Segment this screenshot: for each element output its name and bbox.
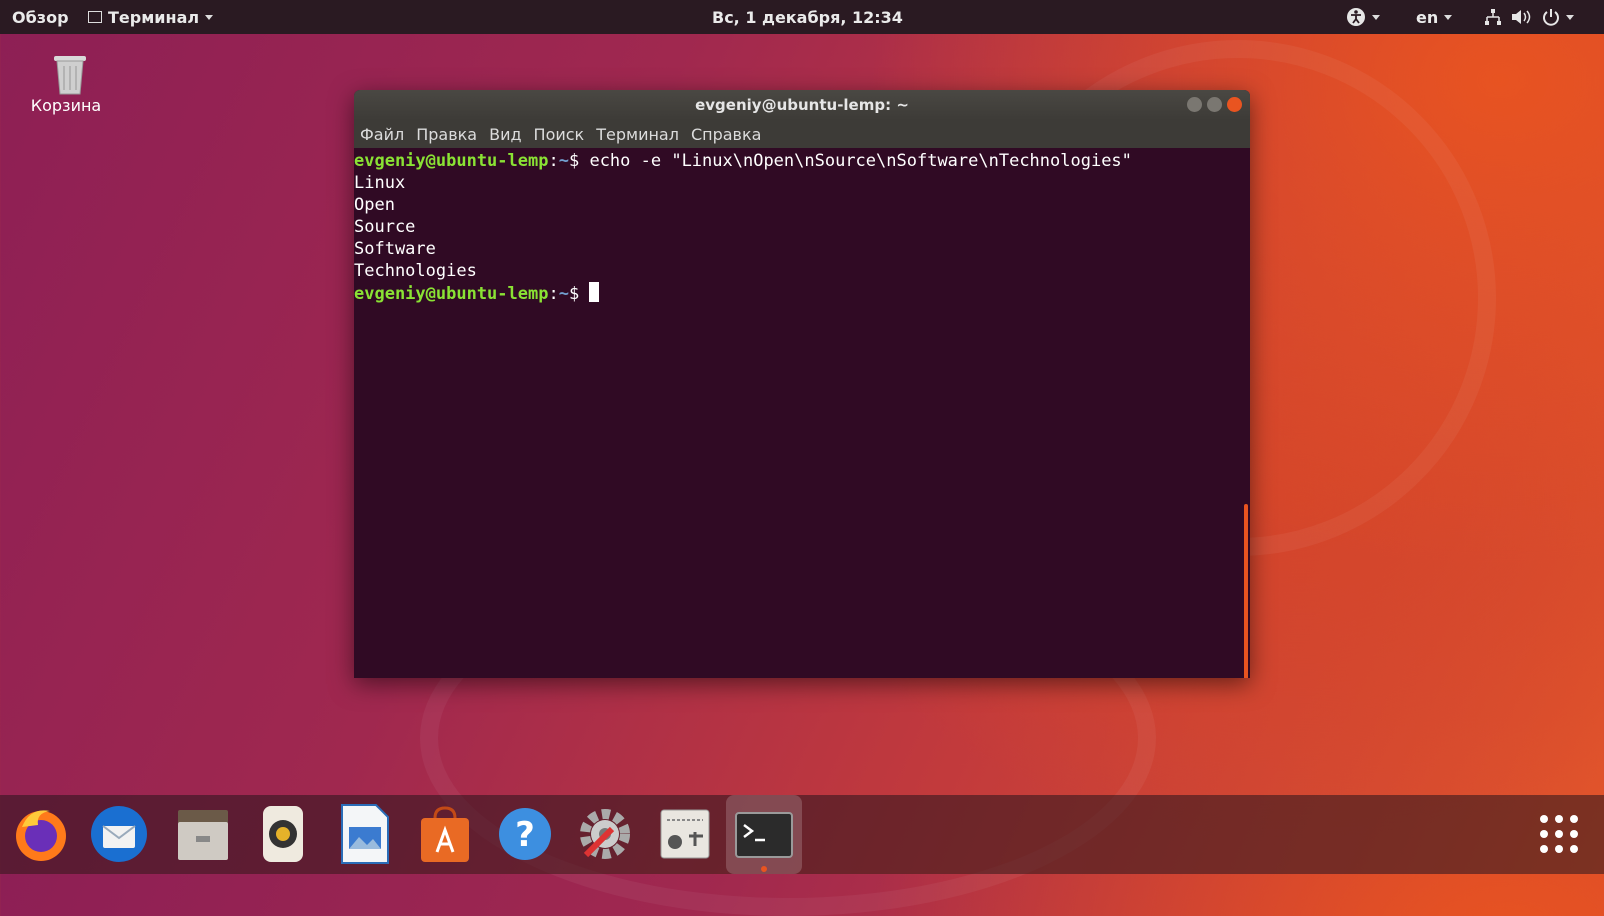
prompt-user: evgeniy@ubuntu-lemp: [354, 284, 549, 304]
output-line: Software: [354, 239, 436, 259]
desktop-trash[interactable]: Корзина: [22, 50, 110, 115]
chevron-down-icon: [1372, 14, 1380, 20]
scrollbar[interactable]: [1244, 504, 1248, 678]
prompt-sign: $: [568, 284, 590, 304]
menu-edit[interactable]: Правка: [416, 125, 477, 144]
writer-launcher[interactable]: [334, 803, 396, 865]
maximize-button[interactable]: [1207, 97, 1222, 112]
chevron-down-icon: [1566, 14, 1574, 20]
svg-text:?: ?: [515, 815, 535, 855]
menu-file[interactable]: Файл: [360, 125, 404, 144]
activities-button[interactable]: Обзор: [12, 0, 69, 34]
software-launcher[interactable]: [414, 803, 476, 865]
terminal-window[interactable]: evgeniy@ubuntu-lemp: ~ Файл Правка Вид П…: [354, 90, 1250, 678]
activities-label: Обзор: [12, 7, 69, 27]
firefox-icon: [16, 810, 66, 861]
menu-terminal[interactable]: Терминал: [596, 125, 679, 144]
prompt-path: ~: [558, 284, 569, 304]
top-bar: Обзор Терминал Вс, 1 декабря, 12:34 en: [0, 0, 1604, 34]
menu-search[interactable]: Поиск: [534, 125, 585, 144]
accessibility-menu[interactable]: [1346, 0, 1380, 34]
show-apps-button[interactable]: [1528, 803, 1590, 865]
files-icon: [178, 810, 228, 860]
terminal-launcher[interactable]: [726, 795, 802, 874]
firefox-launcher[interactable]: [10, 803, 72, 865]
rhythmbox-icon: [263, 806, 303, 862]
settings-icon: [580, 809, 630, 859]
language-label: en: [1416, 7, 1439, 27]
command-line: evgeniy@ubuntu-lemp:~$ echo -e "Linux\nO…: [354, 150, 1250, 172]
files-launcher[interactable]: [172, 803, 234, 865]
help-icon: ?: [499, 808, 551, 860]
output-line: Technologies: [354, 261, 477, 281]
prompt-user: evgeniy@ubuntu-lemp: [354, 151, 549, 171]
menu-view[interactable]: Вид: [489, 125, 521, 144]
terminal-icon: [735, 811, 793, 858]
dock: ?: [0, 795, 1604, 874]
prompt-separator: :: [548, 284, 559, 304]
command-text: echo -e "Linux\nOpen\nSource\nSoftware\n…: [589, 151, 1132, 171]
terminal-menubar: Файл Правка Вид Поиск Терминал Справка: [354, 120, 1250, 148]
system-monitor-icon: [660, 809, 710, 859]
minimize-button[interactable]: [1187, 97, 1202, 112]
language-menu[interactable]: en: [1416, 0, 1453, 34]
prompt-sign: $: [568, 151, 590, 171]
accessibility-icon: [1347, 8, 1365, 26]
running-indicator: [761, 866, 767, 872]
close-button[interactable]: [1227, 97, 1242, 112]
window-titlebar[interactable]: evgeniy@ubuntu-lemp: ~: [354, 90, 1250, 120]
chevron-down-icon: [205, 14, 214, 20]
text-cursor: [589, 282, 600, 302]
output-line: Source: [354, 217, 416, 237]
help-launcher[interactable]: ?: [494, 803, 556, 865]
menu-help[interactable]: Справка: [691, 125, 762, 144]
system-monitor-launcher[interactable]: [654, 803, 716, 865]
power-icon: [1543, 9, 1559, 26]
show-apps-icon: [1540, 815, 1578, 853]
terminal-small-icon: [88, 11, 102, 23]
chevron-down-icon: [1444, 14, 1453, 20]
settings-launcher[interactable]: [574, 803, 636, 865]
trash-icon: [50, 50, 86, 95]
terminal-output[interactable]: evgeniy@ubuntu-lemp:~$ echo -e "Linux\nO…: [354, 148, 1250, 305]
trash-label: Корзина: [30, 96, 102, 115]
app-menu-label: Терминал: [108, 7, 200, 27]
thunderbird-icon: [91, 806, 147, 862]
thunderbird-launcher[interactable]: [88, 803, 150, 865]
output-line: Open: [354, 195, 395, 215]
app-menu[interactable]: Терминал: [88, 0, 214, 34]
window-title: evgeniy@ubuntu-lemp: ~: [695, 96, 909, 114]
network-icon: [1485, 9, 1501, 25]
rhythmbox-launcher[interactable]: [252, 803, 314, 865]
libreoffice-writer-icon: [341, 804, 389, 864]
volume-icon: [1512, 10, 1531, 24]
clock[interactable]: Вс, 1 декабря, 12:34: [712, 0, 903, 34]
prompt-line: evgeniy@ubuntu-lemp:~$: [354, 282, 1250, 305]
output-line: Linux: [354, 173, 406, 193]
prompt-separator: :: [548, 151, 559, 171]
clock-label: Вс, 1 декабря, 12:34: [712, 7, 903, 27]
prompt-path: ~: [558, 151, 569, 171]
software-center-icon: [421, 806, 469, 862]
system-menu[interactable]: [1484, 0, 1574, 34]
